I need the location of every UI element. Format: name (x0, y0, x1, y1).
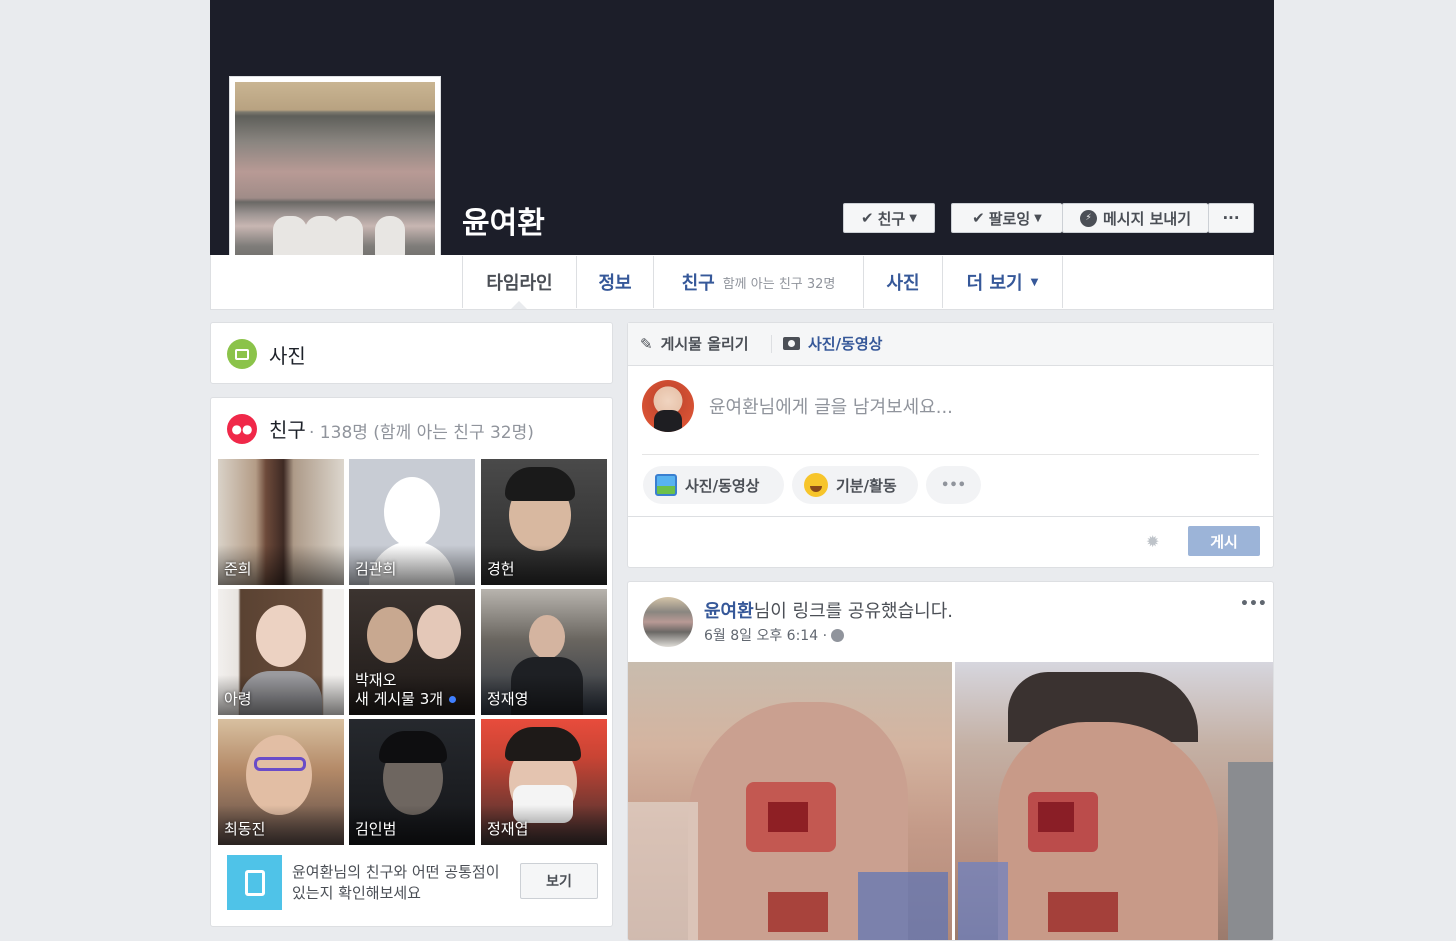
post-meta: 6월 8일 오후 6:14 · (704, 625, 845, 645)
friend-tile[interactable]: 박재오 새 게시물 3개 (349, 589, 475, 715)
photos-card: 사진 (210, 322, 613, 384)
friend-name: 박재오 (355, 671, 397, 689)
post-action-text: 님이 링크를 공유했습니다. (753, 601, 954, 622)
friend-name: 경헌 (487, 560, 515, 578)
check-icon: ✔ (972, 209, 985, 227)
message-button[interactable]: ⚡ 메시지 보내기 (1062, 203, 1208, 233)
check-icon: ✔ (861, 209, 874, 227)
tab-photos[interactable]: 사진 (864, 256, 943, 308)
chip-more-icon: ••• (941, 477, 966, 493)
friend-tile[interactable]: 경헌 (481, 459, 607, 585)
composer-tab-divider (771, 335, 772, 353)
friend-name: 김인범 (355, 820, 397, 838)
composer-footer-divider (628, 516, 1273, 517)
friend-name: 준희 (224, 560, 252, 578)
view-common-button[interactable]: 보기 (520, 863, 598, 899)
more-options-button[interactable]: ··· (1208, 203, 1254, 233)
messenger-icon: ⚡ (1079, 209, 1097, 227)
friend-name: 김관희 (355, 560, 397, 578)
tab-friends-label: 친구 (681, 273, 715, 294)
post-card: 윤여환님이 링크를 공유했습니다. 6월 8일 오후 6:14 · ••• (627, 581, 1274, 941)
settings-gear-icon[interactable]: ✹ (1146, 532, 1159, 551)
chip-photo-video[interactable]: 사진/동영상 (643, 466, 784, 504)
friends-icon: ●● (227, 414, 257, 444)
new-posts-dot-icon (449, 696, 457, 703)
message-button-label: 메시지 보내기 (1102, 209, 1192, 228)
tab-about-label: 정보 (598, 273, 632, 294)
following-button[interactable]: ✔ 팔로잉 ▼ (951, 203, 1062, 233)
post-author-link[interactable]: 윤여환 (704, 601, 754, 622)
friend-name: 최동진 (224, 820, 266, 838)
friend-tile[interactable]: 준희 (218, 459, 344, 585)
friend-new-posts: 새 게시물 3개 (355, 690, 444, 708)
chip-feeling-activity[interactable]: 기분/활동 (792, 466, 918, 504)
friend-tile[interactable]: 정재영 (481, 589, 607, 715)
friends-common-text: 윤여환님의 친구와 어떤 공통점이 있는지 확인해보세요 (292, 863, 500, 902)
composer-tab-post-label: 게시물 올리기 (660, 335, 749, 353)
tab-friends-mutual: 함께 아는 친구 32명 (722, 276, 836, 292)
composer-divider (642, 454, 1259, 455)
composer-avatar (642, 380, 694, 432)
friend-tile[interactable]: 정재엽 (481, 719, 607, 845)
post-author-avatar[interactable] (643, 597, 693, 647)
caret-down-icon: ▼ (1030, 276, 1039, 288)
post-button[interactable]: 게시 (1188, 526, 1260, 556)
friend-name: 정재엽 (487, 820, 529, 838)
friend-button-label: 친구 (877, 209, 906, 228)
tab-about[interactable]: 정보 (577, 256, 654, 308)
friend-tile[interactable]: 김인범 (349, 719, 475, 845)
friend-name: 정재영 (487, 690, 529, 708)
caret-down-icon: ▼ (1034, 212, 1042, 224)
composer-input[interactable]: 윤여환님에게 글을 남겨보세요... (709, 393, 953, 419)
tab-timeline-label: 타임라인 (486, 273, 553, 294)
camera-icon (783, 337, 800, 350)
more-options-icon: ··· (1222, 209, 1240, 227)
profile-name[interactable]: 윤여환 (462, 198, 545, 242)
photos-title[interactable]: 사진 (269, 340, 306, 369)
chip-photo-video-label: 사진/동영상 (685, 476, 760, 495)
caret-down-icon: ▼ (909, 212, 917, 224)
post-headline: 윤여환님이 링크를 공유했습니다. (704, 597, 953, 623)
tab-more[interactable]: 더 보기 ▼ (943, 256, 1063, 308)
friend-button[interactable]: ✔ 친구 ▼ (843, 203, 935, 233)
friends-common-icon (227, 855, 282, 910)
photo-video-icon (655, 474, 677, 496)
smiley-icon (804, 473, 828, 497)
post-options-button[interactable]: ••• (1240, 596, 1267, 612)
tab-friends[interactable]: 친구 함께 아는 친구 32명 (654, 256, 864, 308)
composer-tab-photo-label: 사진/동영상 (808, 335, 883, 353)
chip-more[interactable]: ••• (926, 466, 981, 504)
photos-icon (227, 339, 257, 369)
friends-title[interactable]: 친구 (269, 414, 306, 443)
tab-photos-label: 사진 (886, 273, 920, 294)
friend-tile[interactable]: 아령 (218, 589, 344, 715)
friends-count: · 138명 (함께 아는 친구 32명) (309, 423, 534, 443)
chip-feeling-activity-label: 기분/활동 (836, 476, 897, 495)
composer-tab-post[interactable]: ✎ 게시물 올리기 (640, 333, 749, 354)
friend-tile[interactable]: 김관희 (349, 459, 475, 585)
pencil-icon: ✎ (640, 334, 653, 353)
friend-name: 아령 (224, 690, 252, 708)
tab-more-label: 더 보기 (966, 273, 1023, 294)
composer-tab-photo[interactable]: 사진/동영상 (783, 333, 882, 354)
friend-tile[interactable]: 최동진 (218, 719, 344, 845)
active-tab-indicator (511, 301, 527, 309)
following-button-label: 팔로잉 (988, 209, 1031, 228)
composer-card: ✎ 게시물 올리기 사진/동영상 윤여환님에게 글을 남겨보세요... ✹ 게시 (627, 322, 1274, 568)
friend-name-with-updates: 박재오 새 게시물 3개 (355, 671, 457, 709)
profile-actions-group: ✔ 팔로잉 ▼ ⚡ 메시지 보내기 ··· (951, 203, 1254, 233)
globe-icon (831, 628, 845, 642)
post-timestamp[interactable]: 6월 8일 오후 6:14 · (704, 625, 827, 645)
post-shared-image[interactable] (628, 662, 1273, 940)
